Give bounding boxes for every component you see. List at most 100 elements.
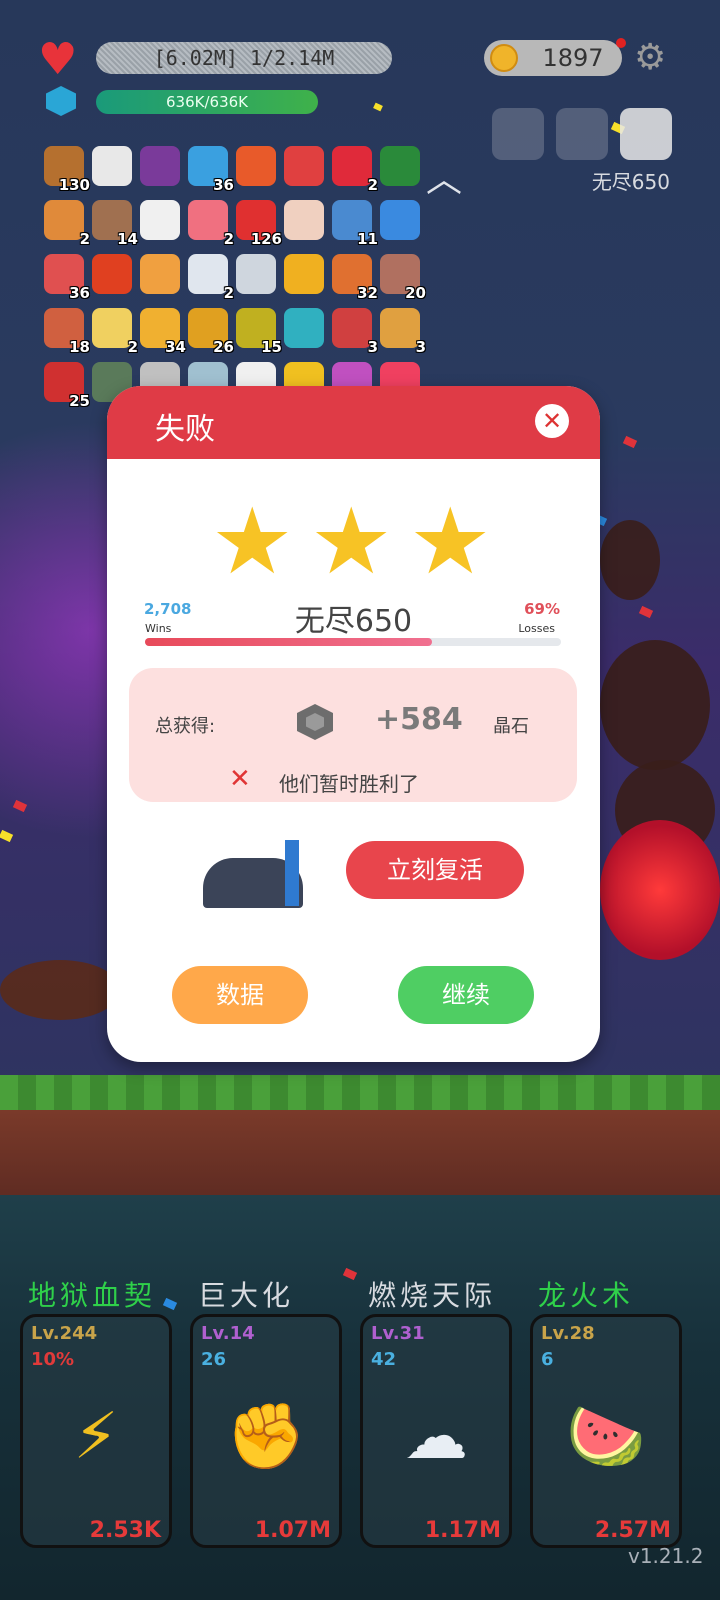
- item-count: 34: [165, 338, 186, 356]
- star-rating: ★ ★ ★: [107, 488, 600, 595]
- item-count: 26: [213, 338, 234, 356]
- book-icon[interactable]: 130: [44, 146, 90, 194]
- skill-card-giant[interactable]: Lv.14 26 ✊ 1.07M: [190, 1314, 342, 1548]
- red-shield-icon[interactable]: [284, 146, 324, 186]
- item-count: 36: [213, 176, 234, 194]
- spiral-icon[interactable]: [284, 308, 324, 348]
- shield-bar: 636K/636K: [96, 90, 318, 114]
- skill-title: 巨大化: [198, 1279, 295, 1312]
- reward-label: 总获得:: [155, 716, 216, 737]
- pineapple-icon[interactable]: 26: [188, 308, 234, 356]
- endless-level-label: 无尽650: [591, 170, 670, 194]
- skill-value: 2.53K: [89, 1518, 161, 1543]
- skill-card-hell-blood-pact[interactable]: Lv.244 10% ⚡ 2.53K: [20, 1314, 172, 1548]
- item-count: 11: [357, 230, 378, 248]
- item-count: 14: [117, 230, 138, 248]
- chat-bubble-icon[interactable]: [92, 146, 132, 186]
- coin-count: 1897: [542, 44, 604, 72]
- chevron-up-icon[interactable]: ︿: [426, 150, 462, 202]
- losses-label: Losses: [518, 622, 555, 635]
- red-flag-icon[interactable]: 25: [44, 362, 90, 410]
- close-button[interactable]: ✕: [535, 404, 569, 438]
- witch-hat-icon[interactable]: [140, 146, 180, 186]
- coin-counter[interactable]: 1897: [484, 40, 622, 76]
- menu-board-icon[interactable]: [140, 254, 180, 294]
- molecule-icon[interactable]: [236, 254, 276, 294]
- fist-icon: ✊: [226, 1400, 306, 1474]
- calendar-icon[interactable]: 2: [188, 200, 234, 248]
- strawberry-icon[interactable]: 2: [332, 146, 378, 194]
- shirt-icon[interactable]: 11: [332, 200, 378, 248]
- apple-icon[interactable]: 126: [236, 200, 282, 248]
- badge-icon[interactable]: 3: [332, 308, 378, 356]
- thermometer-icon[interactable]: [284, 200, 324, 240]
- checklist-icon[interactable]: [140, 200, 180, 240]
- green-hat-icon[interactable]: [380, 146, 420, 186]
- notebook-icon[interactable]: 2: [92, 308, 138, 356]
- dirt-layer: [0, 1110, 720, 1200]
- skill-title: 燃烧天际: [368, 1279, 497, 1312]
- top-icon-row: [492, 108, 672, 160]
- heat-waves-icon[interactable]: [92, 254, 132, 294]
- meteor-icon[interactable]: 14: [92, 200, 138, 248]
- lightning-icon: ⚡: [73, 1400, 119, 1474]
- briefcase-icon[interactable]: 2: [44, 200, 90, 248]
- speech-blue-icon[interactable]: 36: [188, 146, 234, 194]
- version-label: v1.21.2: [628, 1544, 704, 1568]
- beer-icon[interactable]: 34: [140, 308, 186, 356]
- card-icon[interactable]: [556, 108, 608, 160]
- scroll-icon[interactable]: 3: [380, 308, 426, 356]
- item-count: 18: [69, 338, 90, 356]
- target-icon[interactable]: 32: [332, 254, 378, 302]
- skill-level: Lv.31: [371, 1323, 425, 1344]
- notification-dot: [616, 38, 626, 48]
- skull-icon[interactable]: [492, 108, 544, 160]
- id-card-icon[interactable]: [380, 200, 420, 240]
- smoke-cloud: [0, 960, 120, 1020]
- flag-icon[interactable]: 18: [44, 308, 90, 356]
- fire-burst: [600, 820, 720, 960]
- item-count: 20: [405, 284, 426, 302]
- continue-button[interactable]: 继续: [398, 966, 534, 1024]
- reward-unit: 晶石: [493, 716, 529, 737]
- item-count: 3: [367, 338, 378, 356]
- losses-value: 69%: [524, 600, 560, 618]
- skill-card-dragon-fire[interactable]: Lv.28 6 🍉 2.57M: [530, 1314, 682, 1548]
- star-icon: ★: [211, 488, 294, 595]
- fire-cloud-icon: ☁: [404, 1400, 468, 1474]
- revive-button[interactable]: 立刻复活: [346, 841, 524, 899]
- smoke-cloud: [600, 520, 660, 600]
- stats-button[interactable]: 数据: [172, 966, 308, 1024]
- skill-stat: 10%: [31, 1349, 75, 1370]
- crystal-icon: [297, 704, 333, 740]
- hp-bar: [6.02M] 1/2.14M: [96, 42, 392, 74]
- item-count: 25: [69, 392, 90, 410]
- coin-icon: [490, 44, 518, 72]
- gear-icon[interactable]: ⚙: [634, 40, 666, 76]
- envelope-icon[interactable]: 2: [188, 254, 234, 302]
- skill-value: 1.17M: [424, 1518, 501, 1543]
- flame-ring-icon[interactable]: [236, 146, 276, 186]
- orb-icon[interactable]: [284, 254, 324, 294]
- reward-panel: 总获得: +584 晶石 ✕ 他们暂时胜利了: [129, 668, 577, 802]
- skill-value: 2.57M: [594, 1518, 671, 1543]
- skill-title: 地狱血契: [28, 1279, 157, 1312]
- skill-level: Lv.244: [31, 1323, 98, 1344]
- skill-stat: 26: [201, 1349, 227, 1370]
- potion-icon[interactable]: 36: [44, 254, 90, 302]
- skill-stat: 6: [541, 1349, 554, 1370]
- durian-icon[interactable]: 15: [236, 308, 282, 356]
- skill-card-burning-sky[interactable]: Lv.31 42 ☁ 1.17M: [360, 1314, 512, 1548]
- skill-stat: 42: [371, 1349, 397, 1370]
- item-count: 2: [367, 176, 378, 194]
- item-count: 2: [79, 230, 90, 248]
- win-loss-bar: [145, 638, 561, 646]
- skill-level: Lv.14: [201, 1323, 255, 1344]
- smoke-cloud: [600, 640, 710, 770]
- item-count: 126: [250, 230, 282, 248]
- ghost-icon[interactable]: [620, 108, 672, 160]
- item-count: 15: [261, 338, 282, 356]
- item-count: 2: [127, 338, 138, 356]
- skill-title: 龙火术: [538, 1279, 635, 1312]
- door-icon[interactable]: 20: [380, 254, 426, 302]
